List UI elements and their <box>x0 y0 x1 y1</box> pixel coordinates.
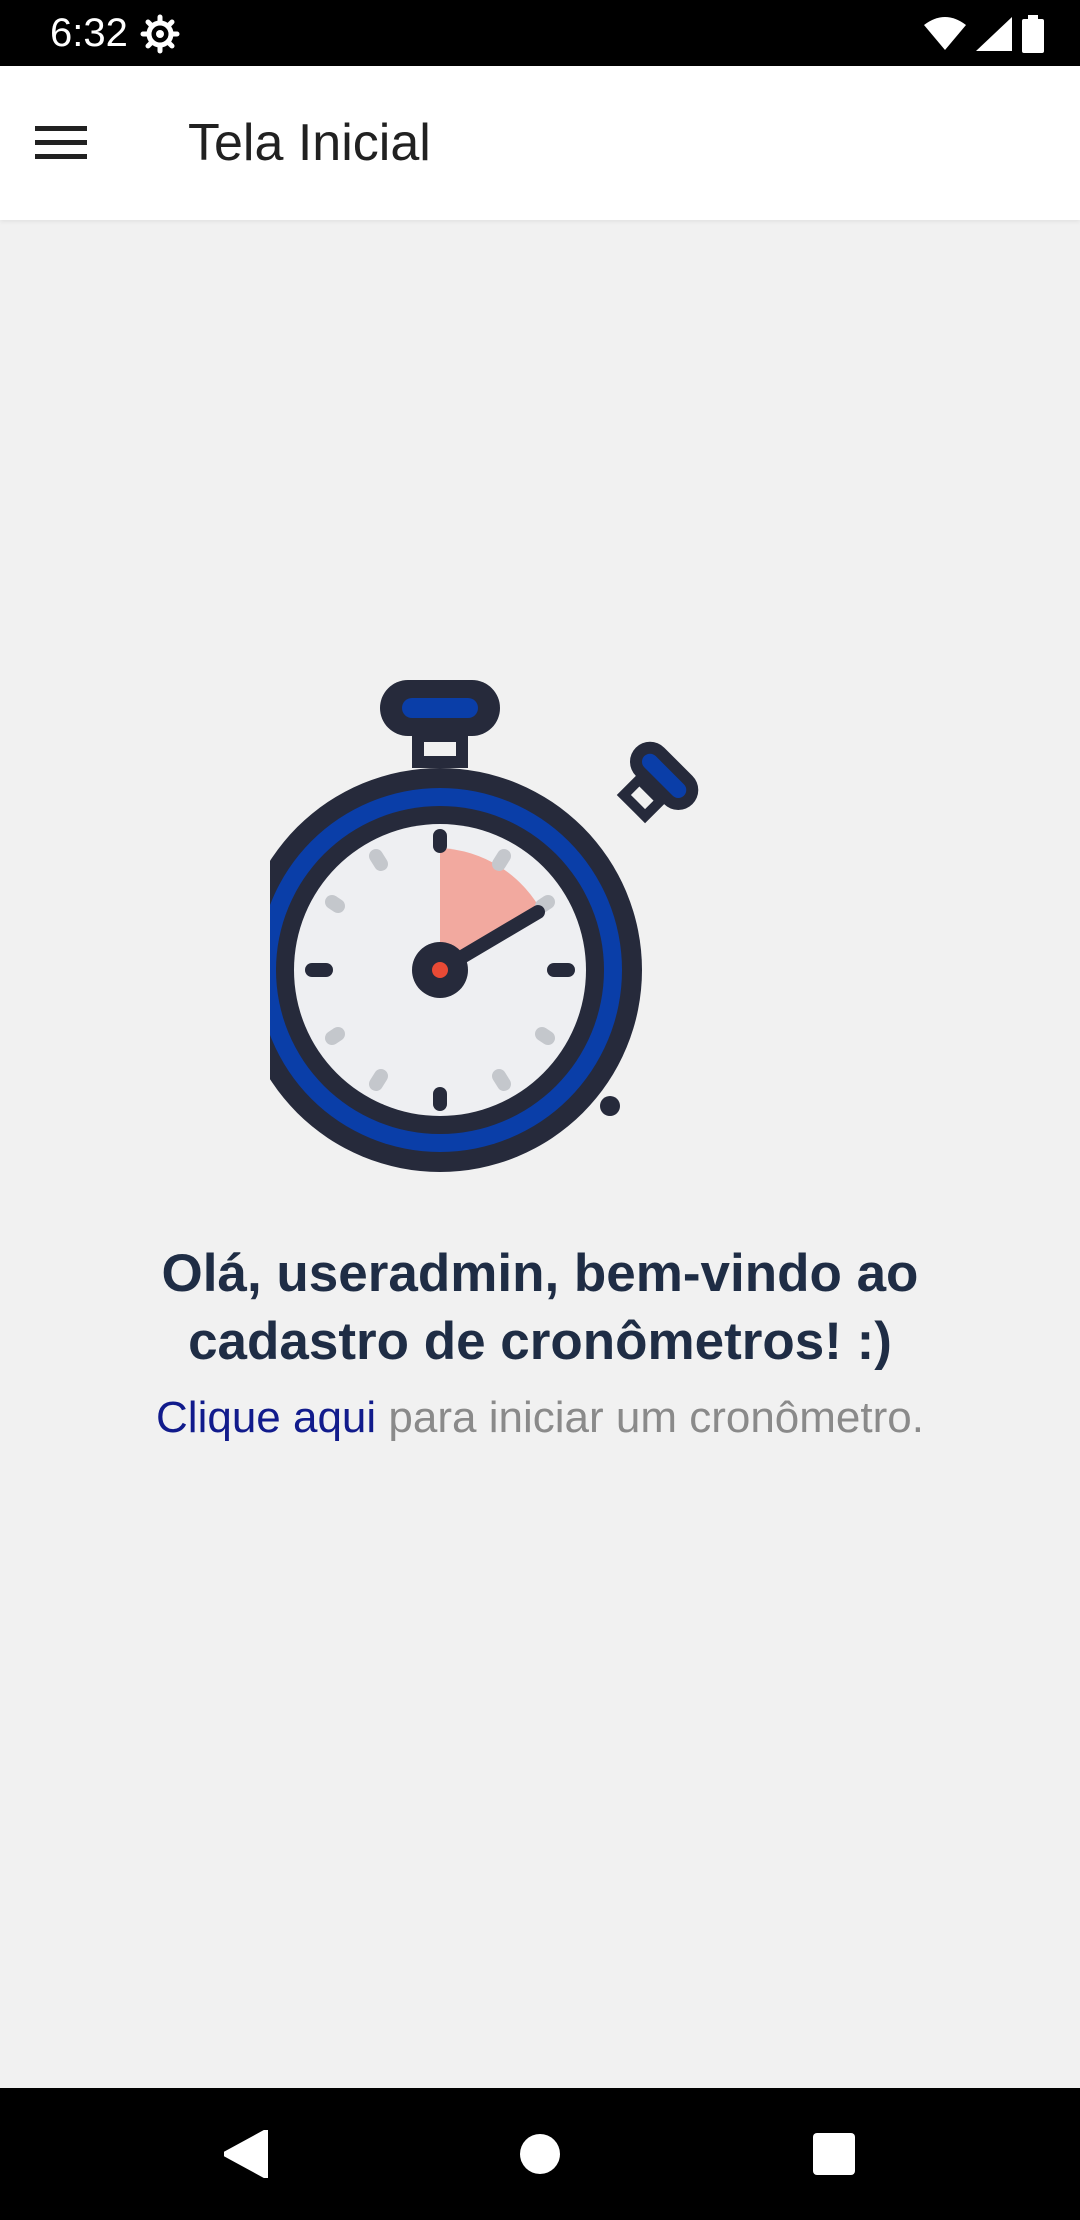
status-icons <box>924 14 1044 54</box>
start-stopwatch-hint: Clique aqui para iniciar um cronômetro. <box>40 1390 1040 1446</box>
hamburger-menu-icon <box>35 126 87 159</box>
main-content: Olá, useradmin, bem-vindo ao cadastro de… <box>0 220 1080 2088</box>
welcome-message: Olá, useradmin, bem-vindo ao cadastro de… <box>161 1244 919 1371</box>
back-button[interactable] <box>214 2122 278 2186</box>
home-icon <box>520 2134 560 2174</box>
home-button[interactable] <box>508 2122 572 2186</box>
start-stopwatch-link[interactable]: Clique aqui <box>156 1393 376 1442</box>
status-bar: 6:32 <box>0 0 1080 66</box>
page-title: Tela Inicial <box>188 114 431 172</box>
recents-icon <box>813 2133 855 2175</box>
status-time: 6:32 <box>50 11 128 55</box>
back-icon <box>224 2130 268 2178</box>
signal-icon <box>976 17 1012 51</box>
wifi-icon <box>924 17 966 50</box>
settings-gear-icon <box>140 14 180 54</box>
start-stopwatch-hint-text: para iniciar um cronômetro. <box>376 1393 924 1442</box>
battery-icon <box>1022 15 1044 53</box>
menu-button[interactable] <box>26 110 96 176</box>
app-bar: Tela Inicial <box>0 66 1080 220</box>
navigation-bar <box>0 2088 1080 2220</box>
recents-button[interactable] <box>802 2122 866 2186</box>
